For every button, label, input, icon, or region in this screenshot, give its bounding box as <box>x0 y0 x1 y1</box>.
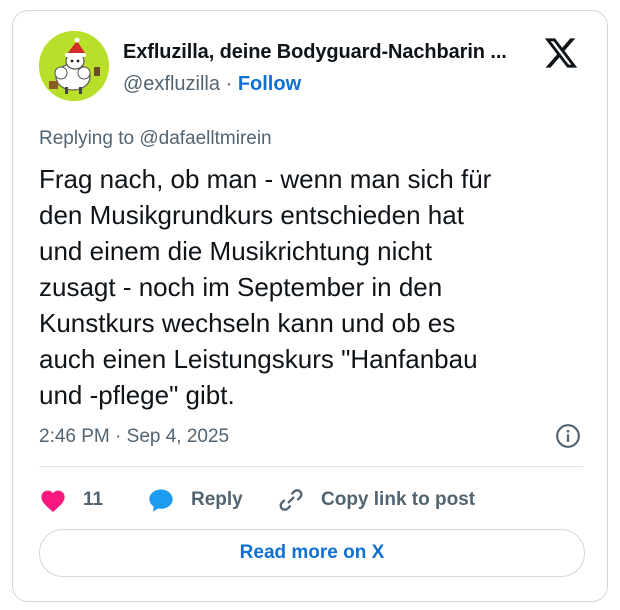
copy-link-button[interactable]: Copy link to post <box>277 483 475 517</box>
author-handle[interactable]: @exfluzilla <box>123 73 220 95</box>
like-count: 11 <box>83 489 104 510</box>
x-logo-icon[interactable] <box>543 35 579 71</box>
like-button[interactable]: 11 <box>39 483 103 517</box>
heart-icon <box>41 490 65 513</box>
tweet-text: Frag nach, ob man - wenn man sich für de… <box>39 161 579 413</box>
tweet-line: Frag nach, ob man - wenn man sich für <box>39 164 492 194</box>
tweet-card: Exfluzilla, deine Bodyguard-Nachbarin ..… <box>12 10 608 602</box>
reply-context[interactable]: Replying to @dafaelltmirein <box>39 128 272 150</box>
reply-button[interactable]: Reply <box>147 483 243 517</box>
tweet-line: auch einen Leistungskurs "Hanfanbau <box>39 344 478 374</box>
tweet-line: und -pflege" gibt. <box>39 380 235 410</box>
info-icon[interactable] <box>555 423 581 449</box>
tweet-line: Kunstkurs wechseln kann und ob es <box>39 308 456 338</box>
tweet-line: den Musikgrundkurs entschieden hat <box>39 200 464 230</box>
link-icon <box>279 489 303 511</box>
read-more-button[interactable]: Read more on X <box>39 529 585 577</box>
avatar[interactable] <box>39 31 109 101</box>
author-display-name[interactable]: Exfluzilla, deine Bodyguard-Nachbarin ..… <box>123 41 507 64</box>
reply-bubble-icon <box>149 489 173 512</box>
meta-separator: · <box>225 73 233 95</box>
timestamp[interactable]: 2:46 PM · Sep 4, 2025 <box>39 426 229 448</box>
copy-link-label: Copy link to post <box>321 489 476 510</box>
divider <box>39 466 583 467</box>
tweet-line: und einem die Musikrichtung nicht <box>39 236 433 266</box>
follow-button[interactable]: Follow <box>238 73 301 95</box>
reply-label: Reply <box>191 489 243 510</box>
sheep-avatar-icon <box>39 31 109 101</box>
tweet-line: zusagt - noch im September in den <box>39 272 443 302</box>
author-meta: @exfluzilla · Follow <box>123 73 301 96</box>
